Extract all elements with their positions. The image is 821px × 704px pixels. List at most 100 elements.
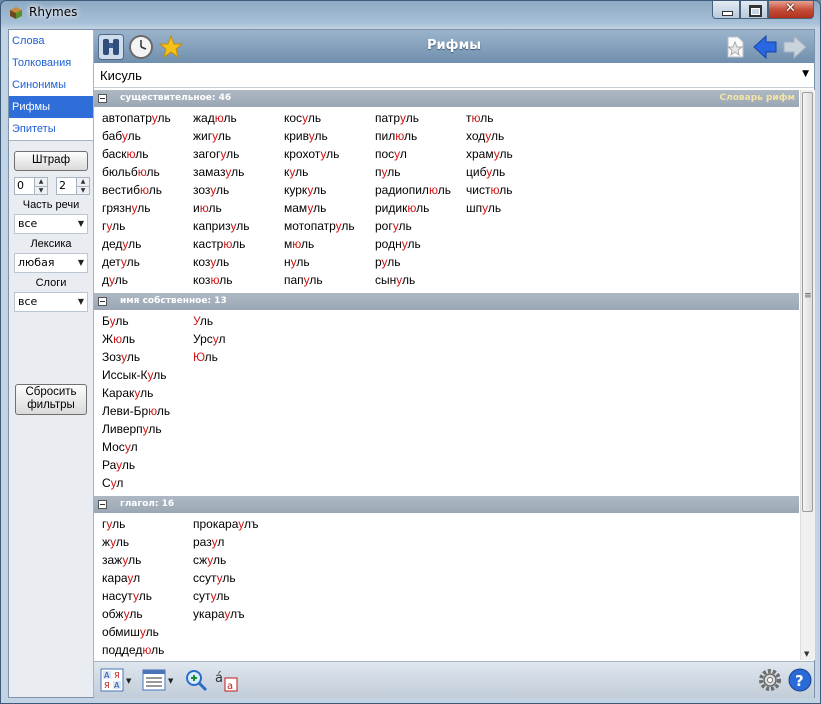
spin-up-icon[interactable]: ▲ bbox=[35, 178, 47, 186]
rhyme-word[interactable]: кастрюль bbox=[193, 235, 284, 253]
settings-icon[interactable] bbox=[758, 668, 782, 692]
rhyme-word[interactable]: мотопатруль bbox=[284, 217, 375, 235]
rhyme-word[interactable]: руль bbox=[375, 253, 466, 271]
rhyme-word[interactable]: грязнуль bbox=[102, 199, 193, 217]
rhyme-word[interactable]: Жюль bbox=[102, 330, 193, 348]
rhyme-word[interactable]: патруль bbox=[375, 109, 466, 127]
spin-down-icon[interactable]: ▼ bbox=[35, 185, 47, 194]
part-of-speech-select[interactable]: все ▼ bbox=[14, 214, 88, 234]
rhyme-word[interactable]: сынуль bbox=[375, 271, 466, 289]
rhyme-word[interactable]: Рауль bbox=[102, 456, 193, 474]
syllables-select[interactable]: все ▼ bbox=[14, 292, 88, 312]
font-size-icon[interactable]: á a bbox=[214, 668, 238, 692]
rhyme-word[interactable]: куль bbox=[284, 163, 375, 181]
spin-down-icon[interactable]: ▼ bbox=[77, 185, 89, 194]
scrollbar-thumb[interactable] bbox=[802, 92, 813, 512]
view-menu-chevron-icon[interactable]: ▼ bbox=[168, 677, 173, 685]
rhyme-word[interactable]: гуль bbox=[102, 515, 193, 533]
collapse-icon[interactable] bbox=[98, 94, 107, 103]
rhyme-word[interactable]: кривуль bbox=[284, 127, 375, 145]
spin-up-icon[interactable]: ▲ bbox=[77, 178, 89, 186]
rhyme-word[interactable]: куркуль bbox=[284, 181, 375, 199]
rhyme-word[interactable]: тюль bbox=[466, 109, 557, 127]
rhyme-word[interactable]: разул bbox=[193, 533, 284, 551]
penalty-min-stepper[interactable]: 0 ▲ ▼ bbox=[14, 177, 48, 195]
rhyme-word[interactable]: роднуль bbox=[375, 235, 466, 253]
rhyme-word[interactable]: пуль bbox=[375, 163, 466, 181]
rhyme-word[interactable]: чистюль bbox=[466, 181, 557, 199]
rhyme-word[interactable]: сутуль bbox=[193, 587, 284, 605]
close-button[interactable]: ✕ bbox=[768, 1, 814, 19]
rhyme-word[interactable]: Сул bbox=[102, 474, 193, 492]
sort-icon[interactable]: A Я Я A bbox=[100, 668, 124, 692]
reset-filters-button[interactable]: Сбросить фильтры bbox=[15, 384, 87, 415]
sort-menu-chevron-icon[interactable]: ▼ bbox=[126, 677, 131, 685]
rhyme-word[interactable]: Зозуль bbox=[102, 348, 193, 366]
rhyme-word[interactable]: сжуль bbox=[193, 551, 284, 569]
rhyme-word[interactable]: папуль bbox=[284, 271, 375, 289]
rhyme-word[interactable]: мамуль bbox=[284, 199, 375, 217]
rhyme-word[interactable]: рогуль bbox=[375, 217, 466, 235]
rhyme-word[interactable]: обмишуль bbox=[102, 623, 193, 641]
zoom-icon[interactable] bbox=[184, 668, 208, 692]
rhyme-word[interactable]: цибуль bbox=[466, 163, 557, 181]
collapse-icon[interactable] bbox=[98, 297, 107, 306]
rhyme-word[interactable]: Мосул bbox=[102, 438, 193, 456]
rhyme-word[interactable]: насутуль bbox=[102, 587, 193, 605]
section-header[interactable]: глагол: 16 bbox=[94, 496, 799, 513]
rhyme-word[interactable]: Буль bbox=[102, 312, 193, 330]
rhyme-word[interactable]: Юль bbox=[193, 348, 284, 366]
lexicon-select[interactable]: любая ▼ bbox=[14, 253, 88, 273]
rhyme-word[interactable]: зозуль bbox=[193, 181, 284, 199]
back-arrow-icon[interactable] bbox=[752, 34, 778, 60]
rhyme-word[interactable]: пилюль bbox=[375, 127, 466, 145]
rhyme-word[interactable]: баскюль bbox=[102, 145, 193, 163]
rhyme-word[interactable]: Леви-Брюль bbox=[102, 402, 193, 420]
view-options-icon[interactable] bbox=[142, 668, 166, 692]
rhyme-word[interactable]: Ливерпуль bbox=[102, 420, 193, 438]
rhyme-word[interactable]: вестибюль bbox=[102, 181, 193, 199]
vertical-scrollbar[interactable]: ▼ bbox=[800, 90, 815, 660]
rhyme-word[interactable]: капризуль bbox=[193, 217, 284, 235]
rhyme-word[interactable]: бюльбюль bbox=[102, 163, 193, 181]
nav-item-definitions[interactable]: Толкования bbox=[9, 52, 93, 74]
section-header[interactable]: имя собственное: 13 bbox=[94, 293, 799, 310]
scroll-down-icon[interactable]: ▼ bbox=[804, 650, 809, 658]
rhyme-word[interactable]: караул bbox=[102, 569, 193, 587]
rhyme-word[interactable]: Урсул bbox=[193, 330, 284, 348]
rhyme-word[interactable]: храмуль bbox=[466, 145, 557, 163]
rhyme-word[interactable]: обжуль bbox=[102, 605, 193, 623]
rhyme-word[interactable]: зажуль bbox=[102, 551, 193, 569]
rhyme-word[interactable]: козуль bbox=[193, 253, 284, 271]
rhyme-word[interactable]: поддедюль bbox=[102, 641, 193, 659]
rhyme-word[interactable]: укараулъ bbox=[193, 605, 284, 623]
rhyme-word[interactable]: мюль bbox=[284, 235, 375, 253]
rhyme-word[interactable]: шпуль bbox=[466, 199, 557, 217]
rhyme-word[interactable]: июль bbox=[193, 199, 284, 217]
rhyme-word[interactable]: дуль bbox=[102, 271, 193, 289]
penalty-max-stepper[interactable]: 2 ▲ ▼ bbox=[56, 177, 90, 195]
help-icon[interactable]: ? bbox=[788, 668, 812, 692]
rhyme-word[interactable]: Уль bbox=[193, 312, 284, 330]
word-input[interactable]: Кисуль ▼ bbox=[94, 65, 814, 88]
rhyme-word[interactable]: Каракуль bbox=[102, 384, 193, 402]
rhyme-word[interactable]: ссутуль bbox=[193, 569, 284, 587]
collapse-icon[interactable] bbox=[98, 500, 107, 509]
rhyme-word[interactable]: жигуль bbox=[193, 127, 284, 145]
rhyme-word[interactable]: нуль bbox=[284, 253, 375, 271]
rhyme-word[interactable]: крохотуль bbox=[284, 145, 375, 163]
rhyme-word[interactable]: прокараулъ bbox=[193, 515, 284, 533]
rhyme-word[interactable]: дедуль bbox=[102, 235, 193, 253]
nav-item-epithets[interactable]: Эпитеты bbox=[9, 118, 93, 140]
nav-item-words[interactable]: Слова bbox=[9, 30, 93, 52]
rhyme-word[interactable]: жуль bbox=[102, 533, 193, 551]
section-header[interactable]: существительное: 46 Словарь рифм bbox=[94, 90, 799, 107]
rhyme-word[interactable]: радиопилюль bbox=[375, 181, 466, 199]
rhyme-word[interactable]: жадюль bbox=[193, 109, 284, 127]
title-bar[interactable]: Rhymes ✕ bbox=[1, 1, 820, 25]
nav-item-synonyms[interactable]: Синонимы bbox=[9, 74, 93, 96]
rhyme-word[interactable]: посул bbox=[375, 145, 466, 163]
rhyme-word[interactable]: гуль bbox=[102, 217, 193, 235]
minimize-button[interactable] bbox=[712, 1, 740, 19]
bookmark-icon[interactable] bbox=[722, 34, 748, 60]
